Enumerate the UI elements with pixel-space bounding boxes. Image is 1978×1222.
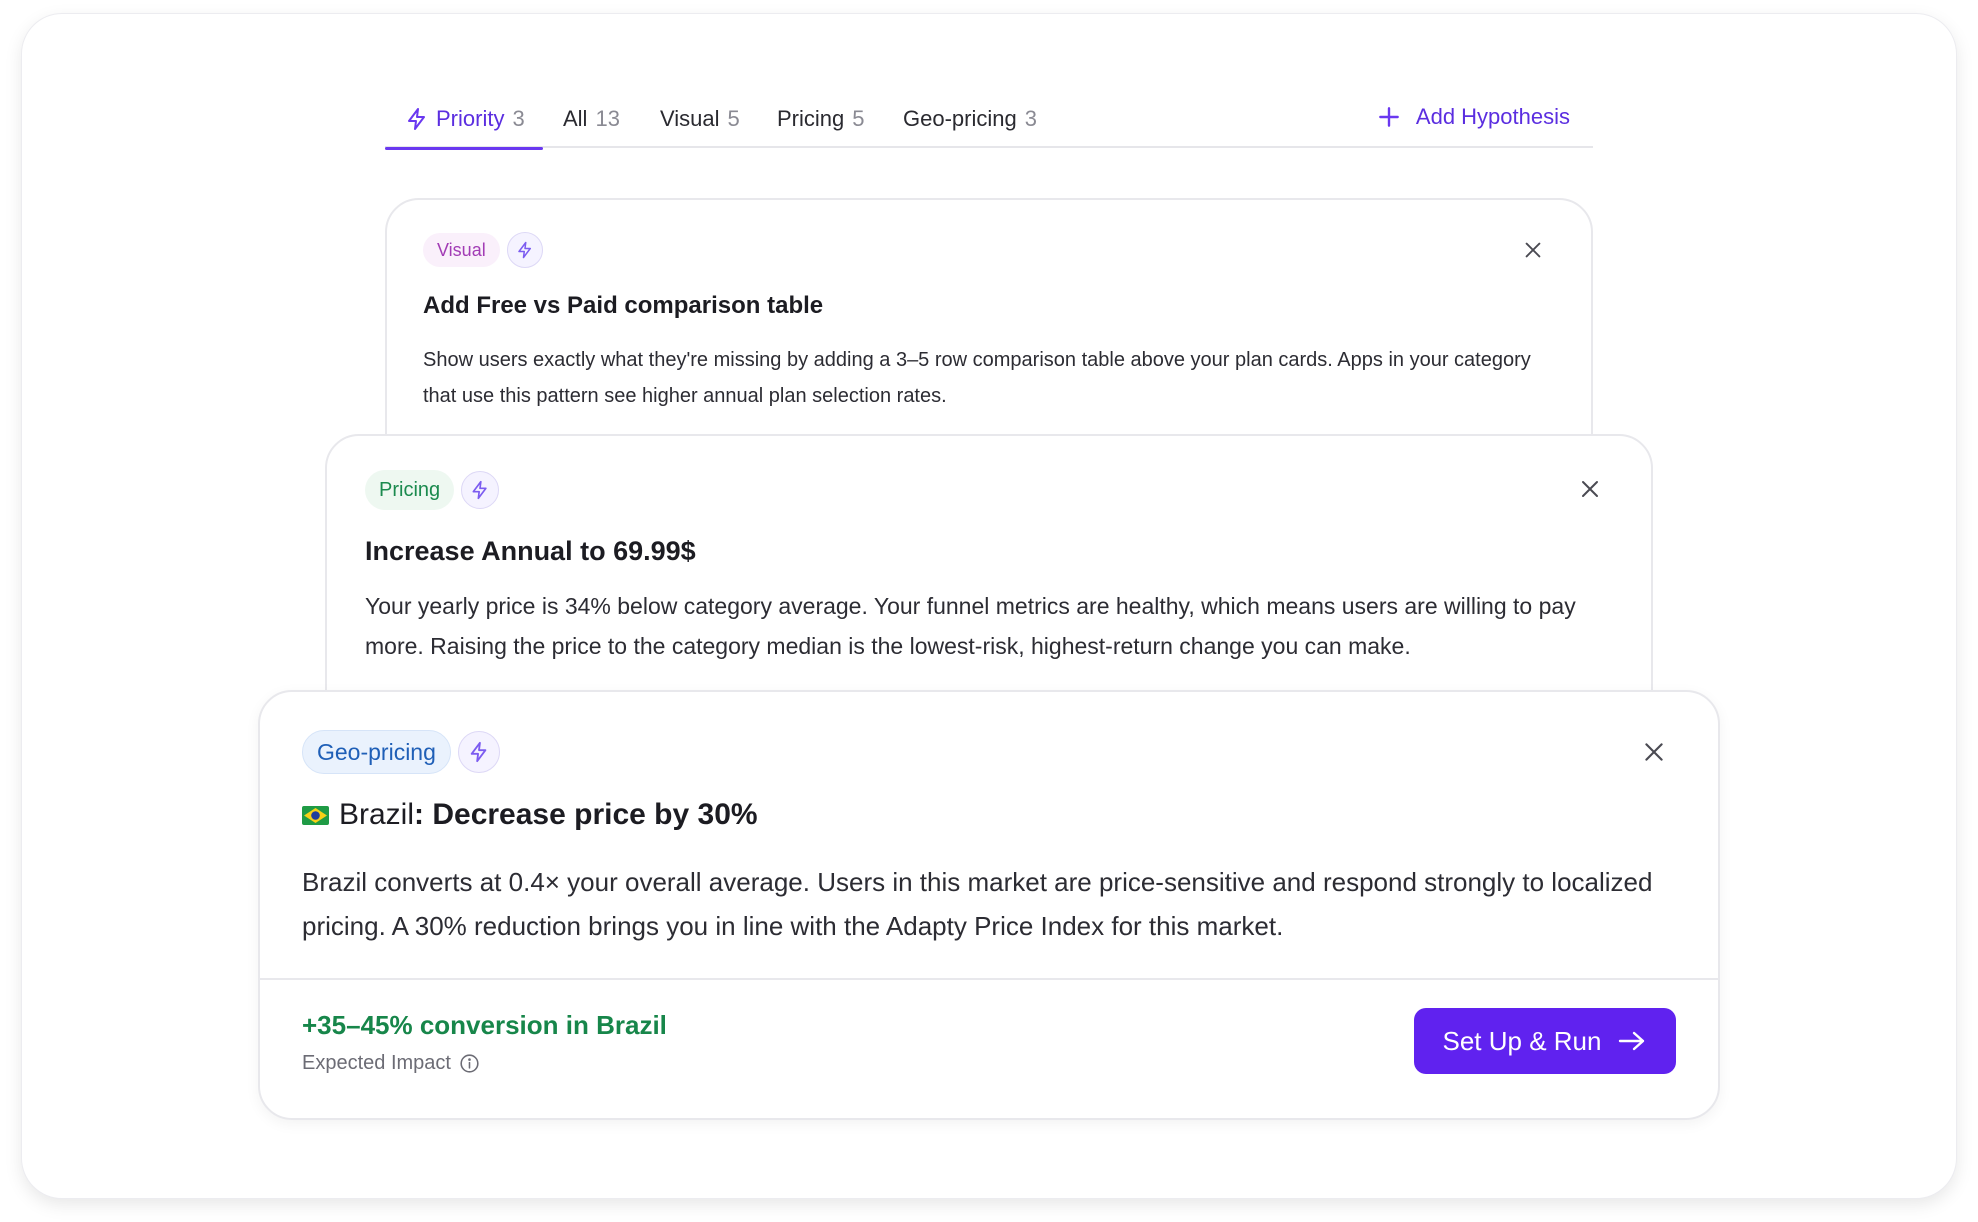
card-title: Increase Annual to 69.99$: [365, 536, 696, 566]
bolt-icon: [470, 741, 487, 763]
close-icon: [1582, 481, 1598, 497]
tab-label: Pricing: [777, 106, 845, 131]
dismiss-button[interactable]: [1519, 236, 1547, 264]
tab-label: Visual: [660, 106, 720, 131]
tab-geo-pricing[interactable]: Geo-pricing 3: [903, 100, 1037, 148]
card-tags: Visual: [423, 232, 543, 268]
tab-visual[interactable]: Visual 5: [660, 100, 740, 148]
expected-impact-value: +35–45% conversion in Brazil: [302, 1010, 667, 1040]
set-up-and-run-button[interactable]: Set Up & Run: [1414, 1008, 1676, 1074]
country-name: Brazil: [339, 798, 415, 831]
tab-priority[interactable]: Priority 3: [385, 100, 543, 150]
card-tags: Pricing: [365, 470, 500, 510]
category-tag: Visual: [423, 233, 500, 267]
close-icon: [1525, 242, 1541, 258]
info-icon[interactable]: [459, 1053, 480, 1074]
priority-badge: [457, 731, 500, 773]
bolt-icon: [517, 241, 531, 259]
tab-count: 5: [727, 106, 740, 131]
card-title-text: Decrease price by 30%: [432, 798, 758, 831]
card-description: Your yearly price is 34% below category …: [365, 593, 1576, 659]
hypothesis-tabs: Priority 3 All 13 Visual 5 Pricing 5 Geo…: [385, 100, 1593, 150]
card-description: Show users exactly what they're missing …: [423, 349, 1531, 407]
close-icon: [1645, 743, 1663, 761]
tab-count: 13: [595, 106, 620, 131]
hypothesis-card-geo-pricing[interactable]: Geo-pricing Brazil: Decrease price by 30…: [258, 690, 1720, 1120]
tab-count: 3: [1024, 106, 1037, 131]
bolt-icon: [472, 480, 487, 500]
category-tag: Pricing: [365, 470, 455, 510]
run-button-label: Set Up & Run: [1442, 1025, 1602, 1056]
tab-label: All: [563, 106, 588, 131]
card-title: Add Free vs Paid comparison table: [423, 292, 824, 319]
card-divider: [260, 978, 1718, 980]
hypothesis-card-pricing[interactable]: Pricing Increase Annual to 69.99$ Your y…: [325, 434, 1653, 734]
card-title: Brazil: Decrease price by 30%: [302, 798, 758, 832]
tab-count: 3: [512, 106, 525, 131]
dismiss-button[interactable]: [1575, 474, 1605, 504]
card-description: Brazil converts at 0.4× your overall ave…: [302, 867, 1653, 941]
add-hypothesis-label: Add Hypothesis: [1415, 104, 1570, 129]
brazil-flag-icon: [302, 805, 329, 825]
impact-label-text: Expected Impact: [302, 1052, 451, 1074]
card-tags: Geo-pricing: [302, 730, 500, 774]
title-colon: :: [414, 798, 433, 831]
priority-badge: [461, 471, 500, 509]
category-tag: Geo-pricing: [302, 730, 451, 774]
bolt-icon: [408, 108, 425, 130]
expected-impact-label: Expected Impact: [302, 1052, 480, 1075]
plus-icon: [1379, 107, 1399, 127]
tab-label: Geo-pricing: [903, 106, 1017, 131]
tab-pricing[interactable]: Pricing 5: [777, 100, 865, 148]
tab-all[interactable]: All 13: [563, 100, 620, 148]
tab-label: Priority: [436, 106, 505, 131]
add-hypothesis-button[interactable]: Add Hypothesis: [1376, 104, 1570, 130]
tab-count: 5: [852, 106, 865, 131]
dismiss-button[interactable]: [1638, 736, 1670, 768]
priority-badge: [506, 232, 543, 268]
arrow-right-icon: [1619, 1031, 1645, 1051]
